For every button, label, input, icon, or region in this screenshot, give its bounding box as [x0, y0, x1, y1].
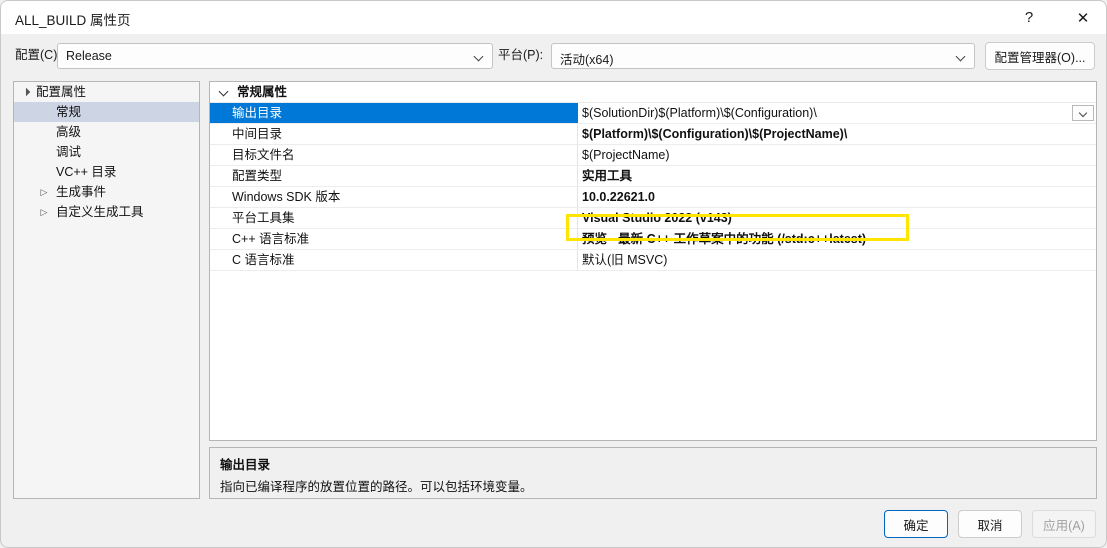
tree-item-0[interactable]: ◢ 配置属性	[14, 82, 199, 102]
property-group-label: 常规属性	[237, 85, 288, 99]
property-row[interactable]: 平台工具集 Visual Studio 2022 (v143)	[210, 208, 1096, 229]
title-bar: ALL_BUILD 属性页 ? ✕	[1, 1, 1106, 34]
window-title: ALL_BUILD 属性页	[15, 13, 131, 28]
property-value[interactable]: 10.0.22621.0	[582, 187, 1096, 207]
property-value[interactable]: $(Platform)\$(Configuration)\$(ProjectNa…	[582, 124, 1096, 144]
property-value[interactable]: $(ProjectName)	[582, 145, 1096, 165]
chevron-down-icon	[474, 51, 485, 62]
tree-item-label: 高级	[56, 125, 82, 139]
property-value[interactable]: 默认(旧 MSVC)	[582, 250, 1096, 270]
tree-item-label: 自定义生成工具	[56, 205, 144, 219]
property-name: 目标文件名	[232, 148, 295, 162]
column-divider[interactable]	[577, 103, 578, 123]
property-row[interactable]: C++ 语言标准 预览 - 最新 C++ 工作草案中的功能 (/std:c++la…	[210, 229, 1096, 250]
tree-item-5[interactable]: ▷ 生成事件	[14, 182, 199, 202]
property-grid[interactable]: 常规属性 输出目录 $(SolutionDir)$(Platform)\$(Con…	[209, 81, 1097, 441]
configuration-label: 配置(C):	[15, 48, 61, 62]
column-divider[interactable]	[577, 145, 578, 165]
column-divider[interactable]	[577, 208, 578, 228]
column-divider[interactable]	[577, 250, 578, 270]
close-icon[interactable]: ✕	[1060, 1, 1106, 34]
tree-item-label: 生成事件	[56, 185, 107, 199]
property-row[interactable]: 目标文件名 $(ProjectName)	[210, 145, 1096, 166]
collapsed-twisty-icon[interactable]: ▷	[36, 182, 52, 202]
property-name: 平台工具集	[232, 211, 295, 225]
property-name: 输出目录	[232, 106, 283, 120]
description-title: 输出目录	[220, 458, 271, 472]
help-icon[interactable]: ?	[1006, 1, 1052, 34]
configuration-value: Release	[66, 49, 112, 63]
platform-dropdown[interactable]: 活动(x64)	[551, 43, 975, 69]
tree-item-1[interactable]: 常规	[14, 102, 199, 122]
cancel-button[interactable]: 取消	[958, 510, 1022, 538]
configuration-dropdown[interactable]: Release	[57, 43, 493, 69]
property-name: C++ 语言标准	[232, 232, 310, 246]
platform-value: 活动(x64)	[560, 53, 614, 67]
property-value[interactable]: $(SolutionDir)$(Platform)\$(Configuratio…	[582, 103, 1096, 123]
tree-item-label: 配置属性	[36, 85, 87, 99]
property-description-panel: 输出目录 指向已编译程序的放置位置的路径。可以包括环境变量。	[209, 447, 1097, 499]
configuration-tree[interactable]: ◢ 配置属性常规高级调试 VC++ 目录 ▷ 生成事件 ▷ 自定义生成工具	[13, 81, 200, 499]
ok-button[interactable]: 确定	[884, 510, 948, 538]
column-divider[interactable]	[577, 229, 578, 249]
property-name: C 语言标准	[232, 253, 295, 267]
tree-item-label: 常规	[56, 105, 82, 119]
tree-item-6[interactable]: ▷ 自定义生成工具	[14, 202, 199, 222]
property-row[interactable]: Windows SDK 版本 10.0.22621.0	[210, 187, 1096, 208]
column-divider[interactable]	[577, 124, 578, 144]
tree-item-label: 调试	[56, 145, 82, 159]
property-row[interactable]: C 语言标准 默认(旧 MSVC)	[210, 250, 1096, 271]
property-name: 配置类型	[232, 169, 283, 183]
property-value[interactable]: Visual Studio 2022 (v143)	[582, 208, 1096, 228]
property-pages-dialog: ALL_BUILD 属性页 ? ✕ 配置(C): 平台(P): Release …	[0, 0, 1107, 548]
tree-item-4[interactable]: VC++ 目录	[14, 162, 199, 182]
chevron-down-icon	[218, 82, 232, 102]
collapsed-twisty-icon[interactable]: ▷	[36, 202, 52, 222]
configuration-manager-button[interactable]: 配置管理器(O)...	[985, 42, 1095, 70]
property-row[interactable]: 输出目录 $(SolutionDir)$(Platform)\$(Configur…	[210, 103, 1096, 124]
chevron-down-icon	[956, 51, 967, 62]
tree-item-3[interactable]: 调试	[14, 142, 199, 162]
column-divider[interactable]	[577, 166, 578, 186]
description-body: 指向已编译程序的放置位置的路径。可以包括环境变量。	[220, 480, 533, 494]
tree-item-2[interactable]: 高级	[14, 122, 199, 142]
platform-label: 平台(P):	[498, 48, 544, 62]
property-group-header[interactable]: 常规属性	[210, 82, 1096, 103]
tree-item-label: VC++ 目录	[56, 165, 117, 179]
property-value[interactable]: 预览 - 最新 C++ 工作草案中的功能 (/std:c++latest)	[582, 229, 1096, 249]
apply-button[interactable]: 应用(A)	[1032, 510, 1096, 538]
column-divider[interactable]	[577, 187, 578, 207]
property-row[interactable]: 中间目录 $(Platform)\$(Configuration)\$(Proje…	[210, 124, 1096, 145]
property-row[interactable]: 配置类型 实用工具	[210, 166, 1096, 187]
property-name: 中间目录	[232, 127, 283, 141]
property-name: Windows SDK 版本	[232, 190, 341, 204]
property-value[interactable]: 实用工具	[582, 166, 1096, 186]
property-value-dropdown-icon[interactable]	[1072, 105, 1094, 121]
